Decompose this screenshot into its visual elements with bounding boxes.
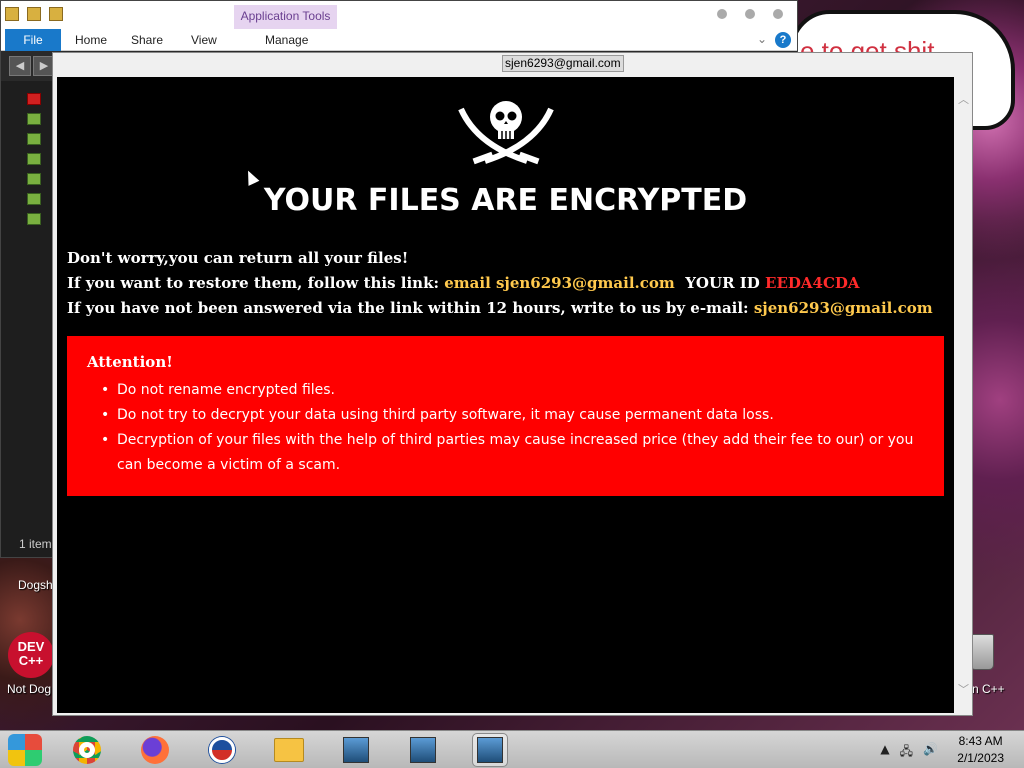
- folder-icon[interactable]: [27, 113, 41, 125]
- navigation-pane: [27, 93, 41, 233]
- desktop-icon-dogsh[interactable]: Dogsh: [18, 578, 53, 592]
- message-line-1: Don't worry,you can return all your file…: [67, 249, 409, 267]
- vertical-scrollbar[interactable]: ︿ ﹀: [956, 77, 970, 713]
- ransom-headline: YOUR FILES ARE ENCRYPTED: [263, 183, 748, 218]
- message-line-3: If you have not been answered via the li…: [67, 299, 933, 317]
- attention-panel: Attention! Do not rename encrypted files…: [67, 336, 944, 496]
- quick-access-toolbar: [5, 7, 63, 21]
- victim-id: EEDA4CDA: [765, 274, 860, 292]
- application-tools-label: Application Tools: [234, 5, 337, 29]
- help-icon[interactable]: ?: [775, 32, 791, 48]
- clock[interactable]: 8:43 AM 2/1/2023: [957, 733, 1004, 767]
- chrome-icon[interactable]: [70, 734, 104, 766]
- volume-icon[interactable]: 🔊: [923, 742, 938, 763]
- taskbar: ▲ 🖧 🔊 8:43 AM 2/1/2023: [0, 730, 1024, 768]
- new-folder-icon[interactable]: [49, 7, 63, 21]
- folder-icon[interactable]: [5, 7, 19, 21]
- setup-icon[interactable]: [339, 734, 373, 766]
- chevron-up-icon[interactable]: ▲: [880, 742, 889, 763]
- tab-home[interactable]: Home: [75, 33, 107, 47]
- properties-icon[interactable]: [27, 7, 41, 21]
- back-button[interactable]: ◀: [9, 56, 31, 76]
- recycle-bin-icon[interactable]: [970, 634, 994, 670]
- system-tray: ▲ 🖧 🔊: [880, 742, 938, 763]
- chevron-down-icon[interactable]: ⌄: [757, 32, 767, 46]
- message-line-2: If you want to restore them, follow this…: [67, 274, 860, 292]
- attention-list: Do not rename encrypted files. Do not tr…: [101, 378, 941, 478]
- folder-icon[interactable]: [27, 193, 41, 205]
- list-item: Do not try to decrypt your data using th…: [101, 403, 941, 428]
- desktop-icon-cpp[interactable]: n C++: [972, 682, 1005, 696]
- status-bar: 1 item: [19, 537, 52, 551]
- chevron-down-icon[interactable]: ﹀: [958, 681, 969, 697]
- minimize-button[interactable]: [717, 9, 727, 19]
- folder-icon[interactable]: [27, 173, 41, 185]
- window-controls: [717, 9, 783, 19]
- file-explorer-icon[interactable]: [272, 734, 306, 766]
- clock-date: 2/1/2023: [957, 751, 1004, 765]
- folder-icon[interactable]: [27, 213, 41, 225]
- maximize-button[interactable]: [745, 9, 755, 19]
- network-icon[interactable]: 🖧: [900, 742, 913, 763]
- setup-icon[interactable]: [472, 733, 508, 767]
- backup-email: sjen6293@gmail.com: [753, 299, 933, 317]
- ribbon-tabs: File Home Share View Manage ⌄ ?: [1, 29, 797, 51]
- list-item: Decryption of your files with the help o…: [101, 428, 941, 478]
- your-id-label: YOUR ID: [685, 274, 760, 292]
- favorites-icon[interactable]: [27, 93, 41, 105]
- firefox-icon[interactable]: [138, 734, 172, 766]
- window-title: sjen6293@gmail.com: [502, 55, 624, 72]
- start-icon[interactable]: [8, 734, 42, 766]
- list-item: Do not rename encrypted files.: [101, 378, 941, 403]
- folder-icon[interactable]: [27, 153, 41, 165]
- skull-crossed-swords-icon: [458, 101, 554, 165]
- attention-title: Attention!: [87, 353, 173, 371]
- desktop-icon-not-dog[interactable]: Not Dog: [7, 682, 51, 696]
- ransom-note-window: sjen6293@gmail.com YOUR FILES ARE ENCRYP…: [52, 52, 973, 716]
- tab-view[interactable]: View: [191, 33, 217, 47]
- folder-icon[interactable]: [27, 133, 41, 145]
- tab-file[interactable]: File: [5, 29, 61, 51]
- line3-text: If you have not been answered via the li…: [67, 299, 754, 317]
- explorer-titlebar: Application Tools: [1, 1, 797, 29]
- clock-time: 8:43 AM: [958, 734, 1003, 748]
- obama-logo-icon[interactable]: [205, 734, 239, 766]
- contact-email-link: email sjen6293@gmail.com: [444, 274, 675, 292]
- chevron-up-icon[interactable]: ︿: [958, 91, 969, 107]
- line2-text: If you want to restore them, follow this…: [67, 274, 445, 292]
- devc-desktop-icon[interactable]: DEV C++: [8, 632, 54, 678]
- tab-share[interactable]: Share: [131, 33, 163, 47]
- setup-icon[interactable]: [406, 734, 440, 766]
- close-button[interactable]: [773, 9, 783, 19]
- ransom-note-content: YOUR FILES ARE ENCRYPTED Don't worry,you…: [57, 77, 954, 713]
- tab-manage[interactable]: Manage: [265, 33, 308, 47]
